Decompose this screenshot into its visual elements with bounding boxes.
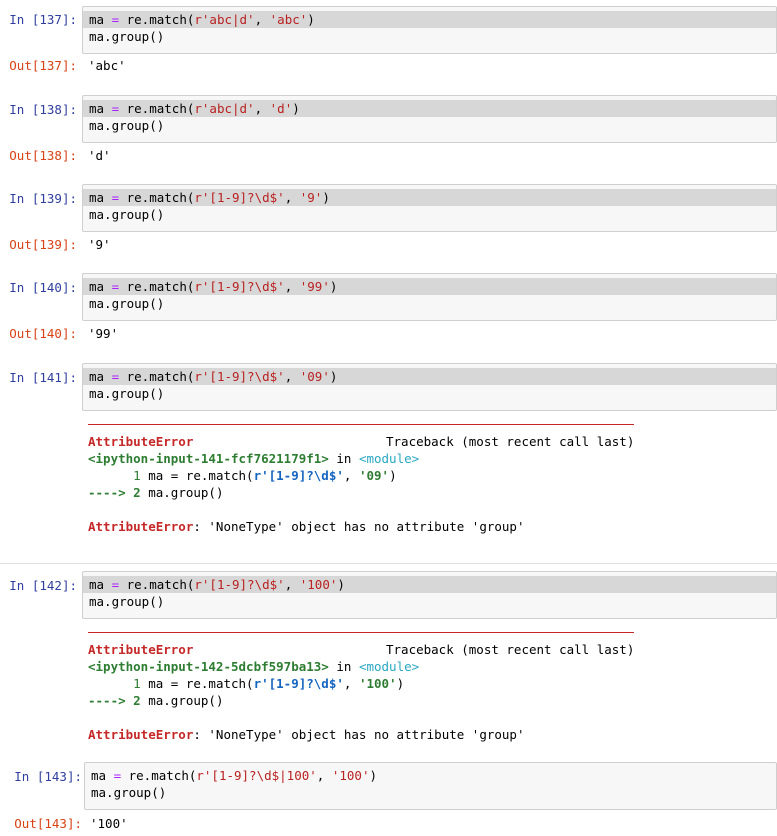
out-prompt: Out[138]: bbox=[9, 148, 77, 163]
in-prompt: In [138]: bbox=[9, 102, 77, 117]
output-text: 'abc' bbox=[88, 58, 126, 73]
code-cell-input[interactable]: ma = re.match(r'[1-9]?\d$', '9') ma.grou… bbox=[82, 184, 777, 232]
code-line: ma = re.match(r'abc|d', 'abc') bbox=[83, 11, 776, 28]
traceback-separator bbox=[88, 424, 634, 425]
out-prompt: Out[143]: bbox=[14, 816, 82, 831]
code-cell-input[interactable]: ma = re.match(r'[1-9]?\d$', '99') ma.gro… bbox=[82, 273, 777, 321]
in-prompt: In [137]: bbox=[9, 12, 77, 27]
code-line: ma.group() bbox=[89, 29, 165, 44]
output-text: '9' bbox=[88, 237, 111, 252]
output-text: 'd' bbox=[88, 148, 111, 163]
code-line: ma.group() bbox=[91, 785, 167, 800]
in-prompt: In [141]: bbox=[9, 370, 77, 385]
output-text: '100' bbox=[90, 816, 128, 831]
code-cell-input[interactable]: ma = re.match(r'[1-9]?\d$|100', '100') m… bbox=[84, 762, 777, 810]
out-prompt: Out[139]: bbox=[9, 237, 77, 252]
code-line: ma = re.match(r'abc|d', 'd') bbox=[83, 100, 776, 117]
code-line: ma = re.match(r'[1-9]?\d$|100', '100') bbox=[91, 768, 378, 783]
code-line: ma.group() bbox=[89, 118, 165, 133]
code-cell-input[interactable]: ma = re.match(r'[1-9]?\d$', '100') ma.gr… bbox=[82, 571, 777, 619]
code-line: ma.group() bbox=[89, 296, 165, 311]
out-prompt: Out[140]: bbox=[9, 326, 77, 341]
code-line: ma.group() bbox=[89, 386, 165, 401]
code-line: ma = re.match(r'[1-9]?\d$', '99') bbox=[83, 278, 776, 295]
code-line: ma = re.match(r'[1-9]?\d$', '9') bbox=[83, 189, 776, 206]
code-line: ma.group() bbox=[89, 207, 165, 222]
output-text: '99' bbox=[88, 326, 119, 341]
out-prompt: Out[137]: bbox=[9, 58, 77, 73]
code-line: ma = re.match(r'[1-9]?\d$', '09') bbox=[83, 368, 776, 385]
in-prompt: In [142]: bbox=[9, 578, 77, 593]
code-cell-input[interactable]: ma = re.match(r'abc|d', 'abc') ma.group(… bbox=[82, 6, 777, 54]
traceback: AttributeError Traceback (most recent cal… bbox=[88, 434, 635, 534]
code-line: ma = re.match(r'[1-9]?\d$', '100') bbox=[83, 576, 776, 593]
in-prompt: In [143]: bbox=[14, 769, 82, 784]
traceback-separator bbox=[88, 632, 634, 633]
code-cell-input[interactable]: ma = re.match(r'abc|d', 'd') ma.group() bbox=[82, 95, 777, 143]
in-prompt: In [140]: bbox=[9, 280, 77, 295]
code-line: ma.group() bbox=[89, 594, 165, 609]
code-cell-input[interactable]: ma = re.match(r'[1-9]?\d$', '09') ma.gro… bbox=[82, 363, 777, 411]
traceback: AttributeError Traceback (most recent cal… bbox=[88, 642, 635, 742]
in-prompt: In [139]: bbox=[9, 191, 77, 206]
cell-divider bbox=[0, 563, 777, 564]
